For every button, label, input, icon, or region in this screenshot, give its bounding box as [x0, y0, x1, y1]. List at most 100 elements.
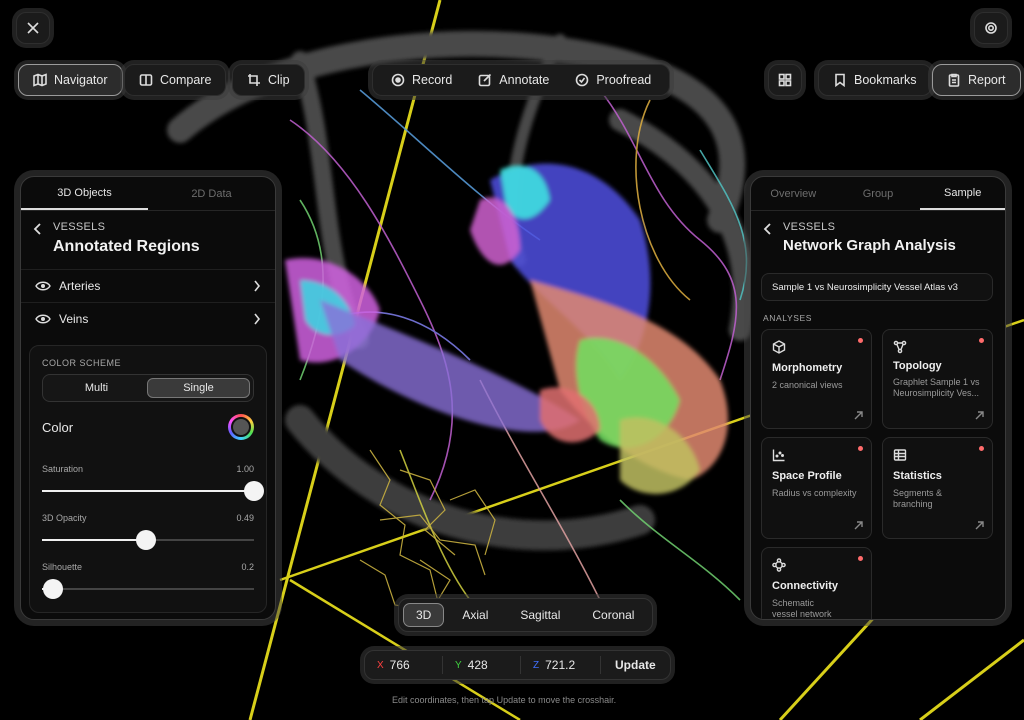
card-subtitle: Schematic vessel network: [772, 598, 832, 619]
slider-thumb[interactable]: [135, 530, 156, 550]
bookmark-icon: [835, 73, 845, 87]
list-item-arteries[interactable]: Arteries: [21, 269, 275, 301]
gear-icon: [985, 22, 997, 34]
map-icon: [33, 73, 47, 87]
update-button[interactable]: Update: [601, 658, 670, 672]
color-label: Color: [42, 420, 74, 435]
slider-label: Saturation: [42, 464, 84, 474]
view-mode-selector: 3D Axial Sagittal Coronal: [398, 598, 654, 632]
record-label: Record: [412, 73, 453, 87]
card-subtitle: 2 canonical views: [772, 380, 843, 390]
card-title: Statistics: [893, 470, 942, 482]
page-title: Annotated Regions: [53, 238, 200, 255]
clip-label: Clip: [268, 73, 290, 87]
status-dot: [979, 338, 984, 343]
y-axis-label: Y: [455, 659, 462, 671]
navigator-button[interactable]: Navigator: [18, 64, 123, 96]
back-chevron-icon[interactable]: [763, 223, 773, 235]
z-coordinate-field[interactable]: Z 721.2: [521, 656, 601, 674]
analysis-card-topology[interactable]: Topology Graphlet Sample 1 vs Neurosimpl…: [882, 329, 993, 429]
record-button[interactable]: Record: [391, 73, 452, 87]
card-title: Morphometry: [772, 362, 843, 374]
tab-group[interactable]: Group: [836, 177, 921, 210]
status-dot: [858, 556, 863, 561]
annotate-label: Annotate: [499, 73, 550, 87]
chevron-right-icon: [254, 313, 261, 324]
card-subtitle: Radius vs complexity: [772, 488, 857, 498]
x-axis-label: X: [377, 659, 384, 671]
color-scheme-card: COLOR SCHEME Multi Single Color Saturati…: [29, 345, 267, 613]
breadcrumb: VESSELS: [783, 221, 836, 233]
slider-fill: [42, 539, 146, 541]
card-title: Connectivity: [772, 580, 839, 592]
grid-icon: [778, 73, 792, 87]
annotate-button[interactable]: Annotate: [478, 73, 549, 87]
z-value: 721.2: [545, 658, 576, 672]
opacity-slider[interactable]: [42, 530, 254, 550]
analysis-card-statistics[interactable]: Statistics Segments & branching: [882, 437, 993, 539]
tab-3d-objects[interactable]: 3D Objects: [21, 177, 148, 210]
page-title: Network Graph Analysis: [783, 237, 956, 254]
left-panel: 3D Objects 2D Data VESSELS Annotated Reg…: [20, 176, 276, 620]
compare-label: Compare: [160, 73, 212, 87]
slider-value: 0.49: [236, 513, 254, 523]
edit-icon: [478, 73, 492, 87]
view-sagittal-button[interactable]: Sagittal: [506, 603, 574, 627]
color-scheme-label: COLOR SCHEME: [42, 358, 122, 368]
status-dot: [979, 446, 984, 451]
arrow-up-right-icon: [975, 521, 984, 530]
cube-icon: [772, 340, 786, 354]
x-value: 766: [389, 658, 410, 672]
arrow-up-right-icon: [854, 411, 863, 420]
x-coordinate-field[interactable]: X 766: [365, 656, 443, 674]
tab-overview[interactable]: Overview: [751, 177, 836, 210]
proofread-label: Proofread: [596, 73, 652, 87]
slider-thumb[interactable]: [42, 579, 63, 599]
grid-view-button[interactable]: [768, 64, 802, 96]
comparison-selector[interactable]: Sample 1 vs Neurosimplicity Vessel Atlas…: [761, 273, 993, 301]
tab-2d-data[interactable]: 2D Data: [148, 177, 275, 210]
status-dot: [858, 446, 863, 451]
analyses-section-label: ANALYSES: [763, 313, 813, 323]
analysis-card-space-profile[interactable]: Space Profile Radius vs complexity: [761, 437, 872, 539]
report-button[interactable]: Report: [932, 64, 1021, 96]
slider-thumb[interactable]: [244, 481, 264, 501]
silhouette-slider[interactable]: [42, 579, 254, 599]
scheme-single-option[interactable]: Single: [147, 378, 250, 398]
analysis-card-connectivity[interactable]: Connectivity Schematic vessel network: [761, 547, 872, 619]
graph-nodes-icon: [893, 340, 907, 354]
record-icon: [391, 73, 405, 87]
eye-icon[interactable]: [35, 280, 51, 292]
clipboard-icon: [948, 73, 960, 87]
slider-value: 1.00: [236, 464, 254, 474]
clip-button[interactable]: Clip: [232, 64, 305, 96]
list-item-veins[interactable]: Veins: [21, 302, 275, 334]
card-title: Space Profile: [772, 470, 842, 482]
compare-button[interactable]: Compare: [124, 64, 227, 96]
color-picker-swatch[interactable]: [228, 414, 254, 440]
right-panel-tabs: Overview Group Sample: [751, 177, 1005, 211]
chevron-right-icon: [254, 280, 261, 291]
scatter-chart-icon: [772, 449, 785, 462]
slider-value: 0.2: [241, 562, 254, 572]
analysis-card-morphometry[interactable]: Morphometry 2 canonical views: [761, 329, 872, 429]
view-coronal-button[interactable]: Coronal: [578, 603, 648, 627]
settings-button[interactable]: [974, 12, 1008, 44]
list-item-label: Arteries: [59, 278, 101, 293]
y-coordinate-field[interactable]: Y 428: [443, 656, 521, 674]
close-button[interactable]: [16, 12, 50, 44]
view-axial-button[interactable]: Axial: [448, 603, 502, 627]
coordinate-hint: Edit coordinates, then tap Update to mov…: [392, 695, 617, 705]
list-item-label: Veins: [59, 311, 89, 326]
status-dot: [858, 338, 863, 343]
right-panel: Overview Group Sample VESSELS Network Gr…: [750, 176, 1006, 620]
saturation-slider[interactable]: [42, 481, 264, 501]
bookmarks-button[interactable]: Bookmarks: [818, 64, 932, 96]
eye-icon[interactable]: [35, 313, 51, 325]
scheme-multi-option[interactable]: Multi: [46, 378, 147, 398]
columns-icon: [139, 74, 153, 86]
back-chevron-icon[interactable]: [33, 223, 43, 235]
view-3d-button[interactable]: 3D: [403, 603, 445, 627]
proofread-button[interactable]: Proofread: [575, 73, 651, 87]
tab-sample[interactable]: Sample: [920, 177, 1005, 210]
